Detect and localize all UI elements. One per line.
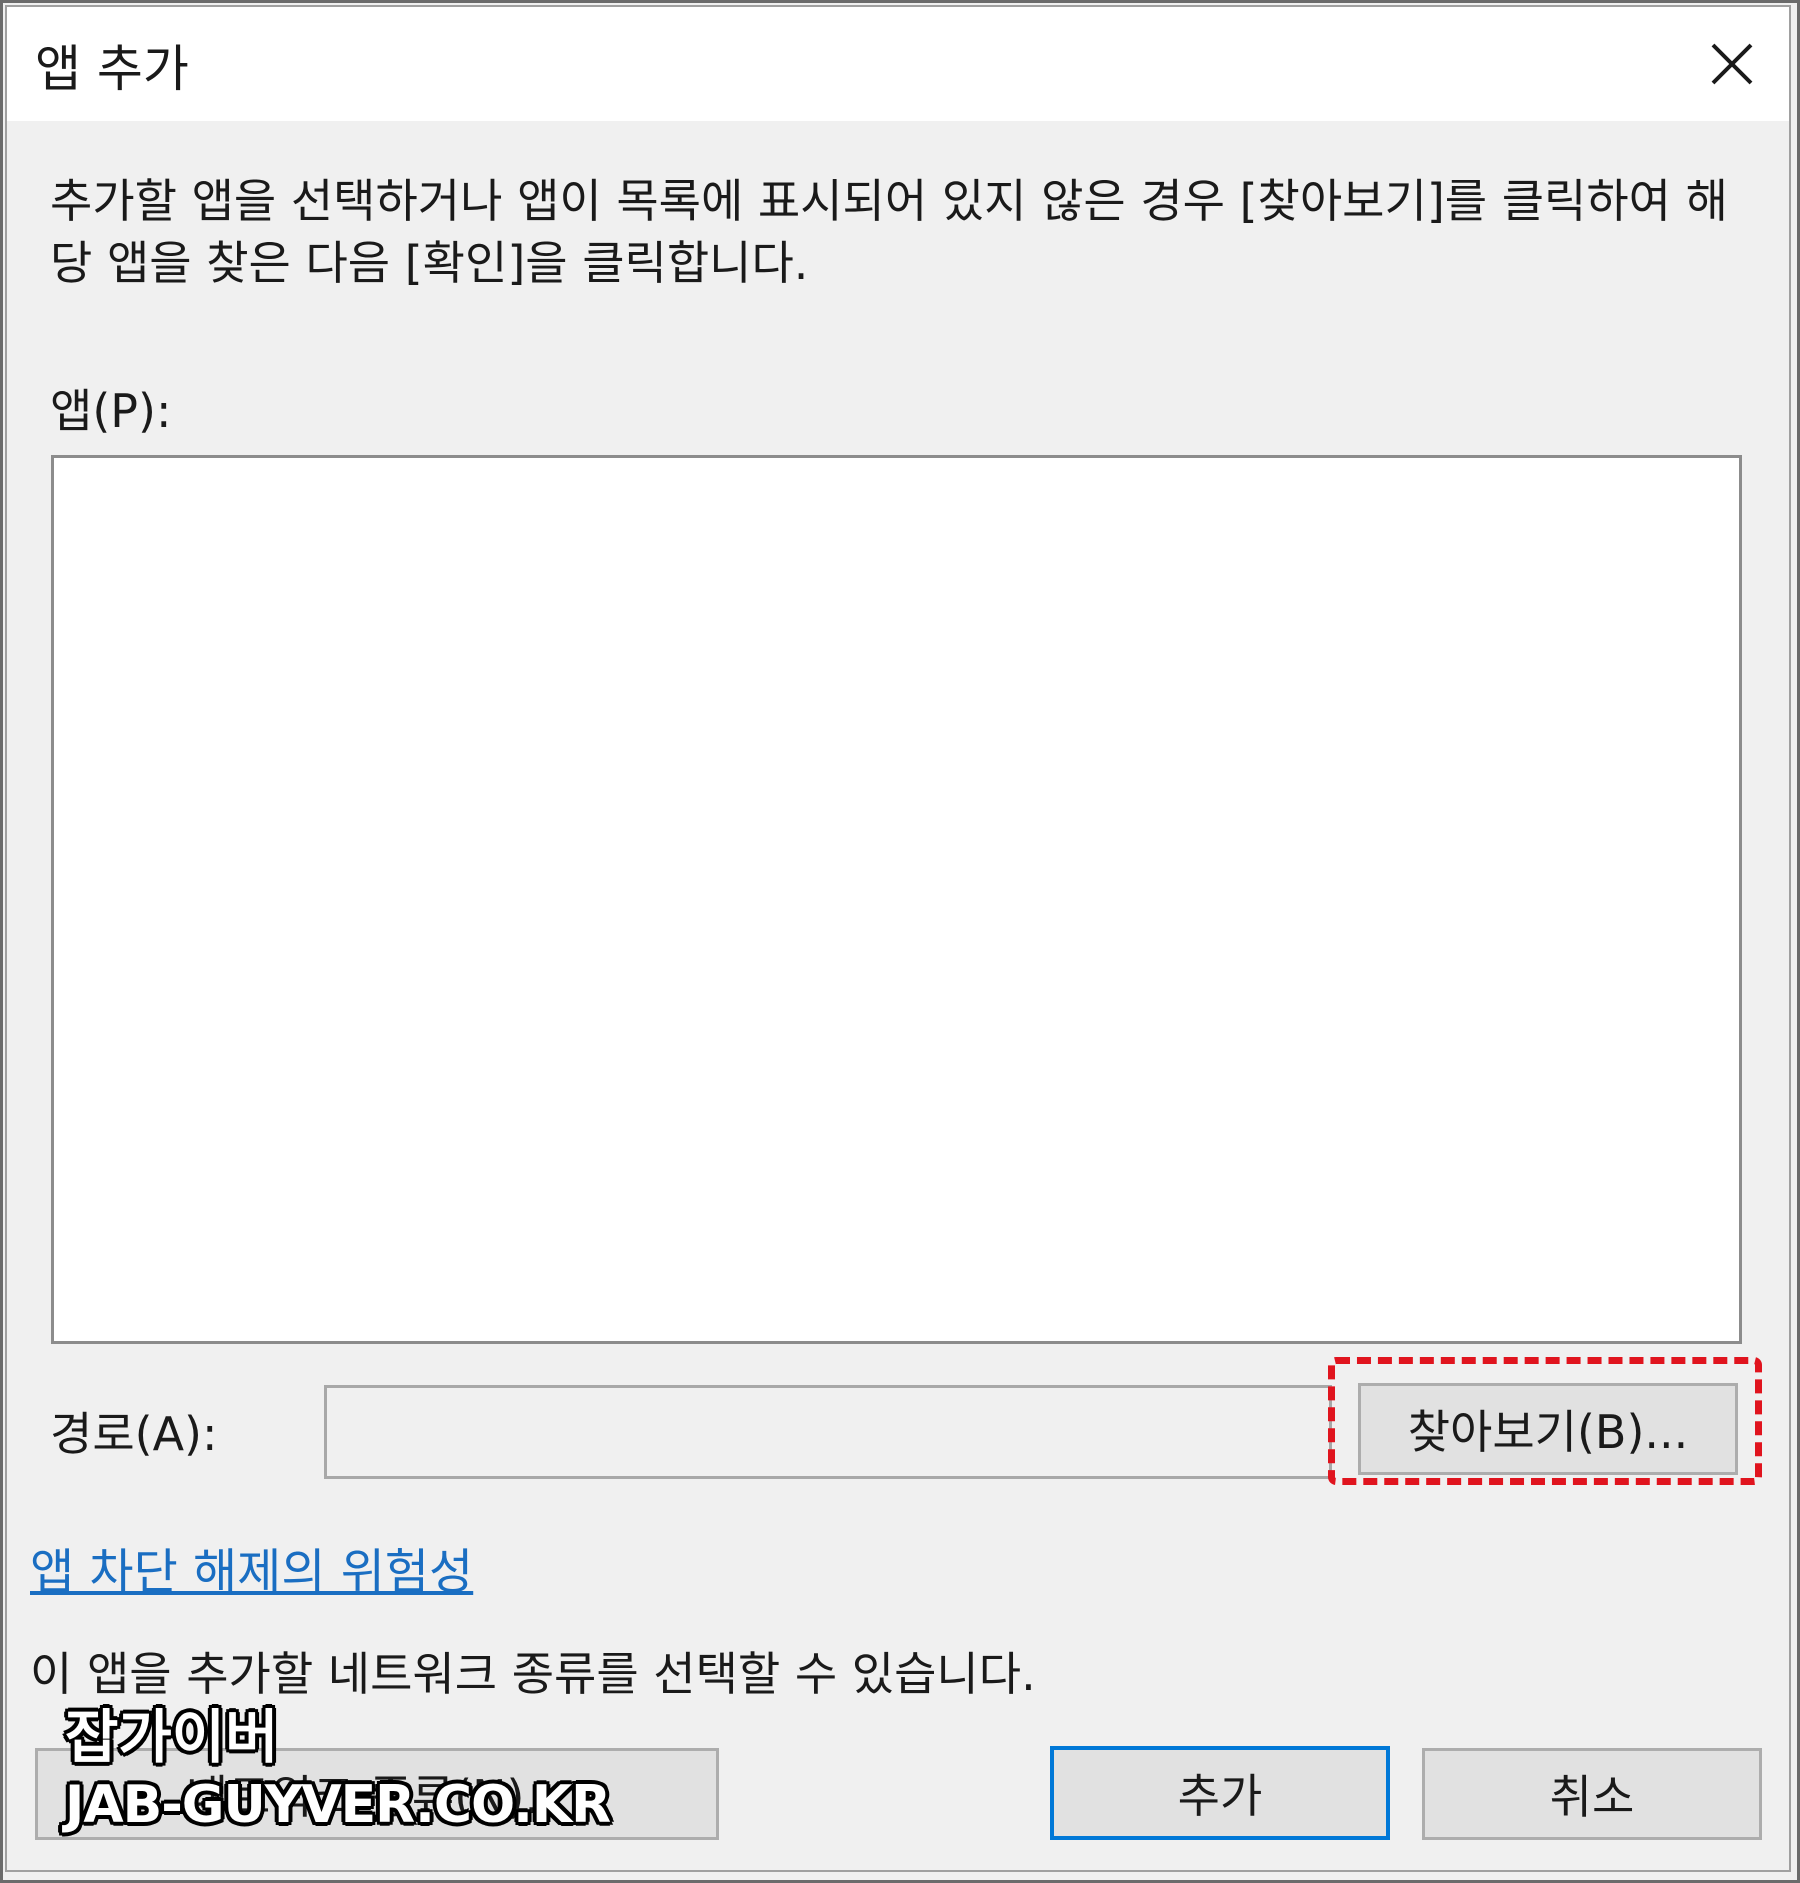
cancel-button[interactable]: 취소: [1422, 1748, 1762, 1840]
browse-button[interactable]: 찾아보기(B)...: [1358, 1383, 1738, 1475]
close-icon: [1711, 43, 1753, 85]
watermark-name: 잡가이버: [65, 1703, 279, 1771]
dialog-title: 앱 추가: [35, 40, 189, 98]
app-list[interactable]: [51, 455, 1742, 1344]
path-label: 경로(A):: [50, 1407, 218, 1461]
instruction-text: 추가할 앱을 선택하거나 앱이 목록에 표시되어 있지 않은 경우 [찾아보기]…: [50, 174, 1728, 290]
add-button[interactable]: 추가: [1050, 1746, 1390, 1840]
path-input[interactable]: [324, 1385, 1332, 1479]
watermark-url: JAB-GUYVER.CO.KR: [65, 1775, 611, 1835]
app-list-label: 앱(P):: [50, 384, 172, 438]
title-bar: 앱 추가: [7, 7, 1789, 121]
close-button[interactable]: [1697, 29, 1767, 99]
unblock-risk-link[interactable]: 앱 차단 해제의 위험성: [30, 1532, 473, 1602]
